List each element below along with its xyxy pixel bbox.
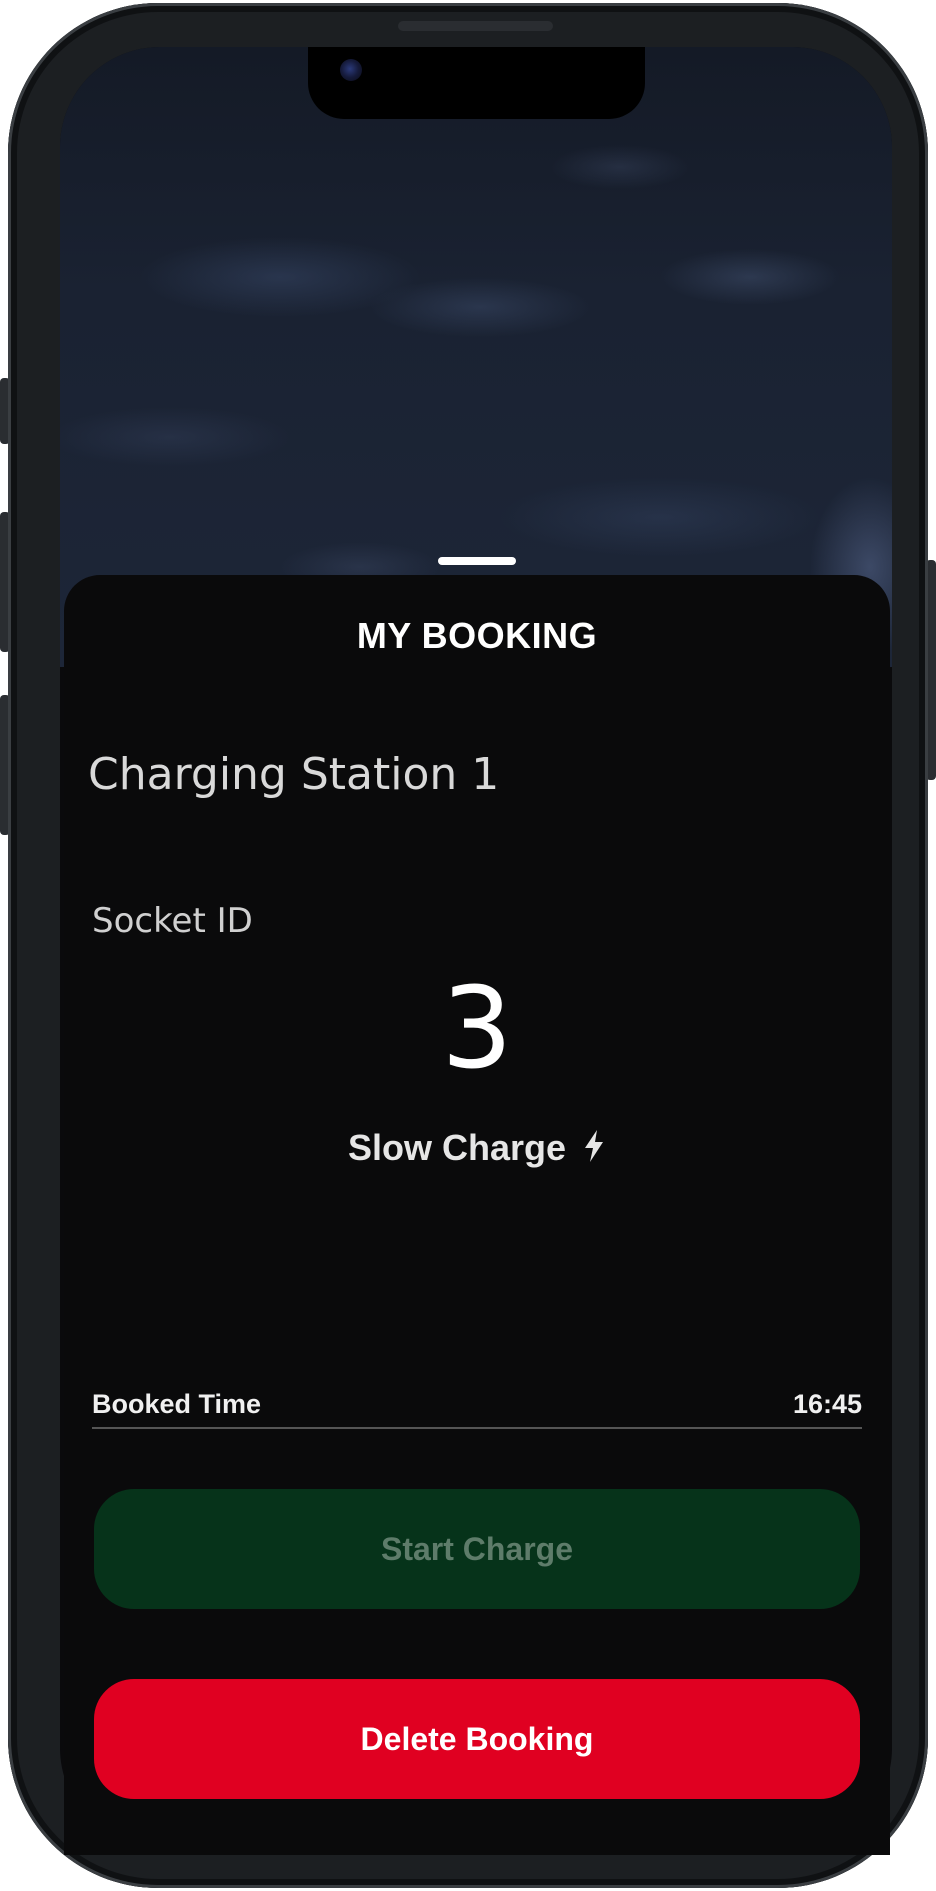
sheet-drag-handle[interactable] (438, 557, 516, 565)
start-charge-button[interactable]: Start Charge (94, 1489, 860, 1609)
charge-type: Slow Charge (64, 1127, 890, 1172)
booked-time-row: Booked Time 16:45 (92, 1387, 862, 1429)
delete-booking-button[interactable]: Delete Booking (94, 1679, 860, 1799)
phone-frame: MY BOOKING Charging Station 1 Socket ID … (8, 3, 928, 1888)
display-notch (308, 47, 645, 119)
front-camera (340, 59, 362, 81)
socket-id-value: 3 (441, 964, 513, 1094)
station-name: Charging Station 1 (88, 749, 500, 800)
background-wallpaper (60, 47, 892, 667)
earpiece-speaker (398, 21, 553, 31)
socket-id-label: Socket ID (92, 901, 253, 941)
sheet-title: MY BOOKING (356, 615, 598, 656)
booked-time-label: Booked Time (92, 1389, 262, 1419)
lightning-bolt-icon (582, 1129, 606, 1172)
booking-sheet: MY BOOKING Charging Station 1 Socket ID … (64, 575, 890, 1855)
charge-type-label: Slow Charge (347, 1127, 567, 1168)
booked-time-value: 16:45 (792, 1389, 862, 1419)
